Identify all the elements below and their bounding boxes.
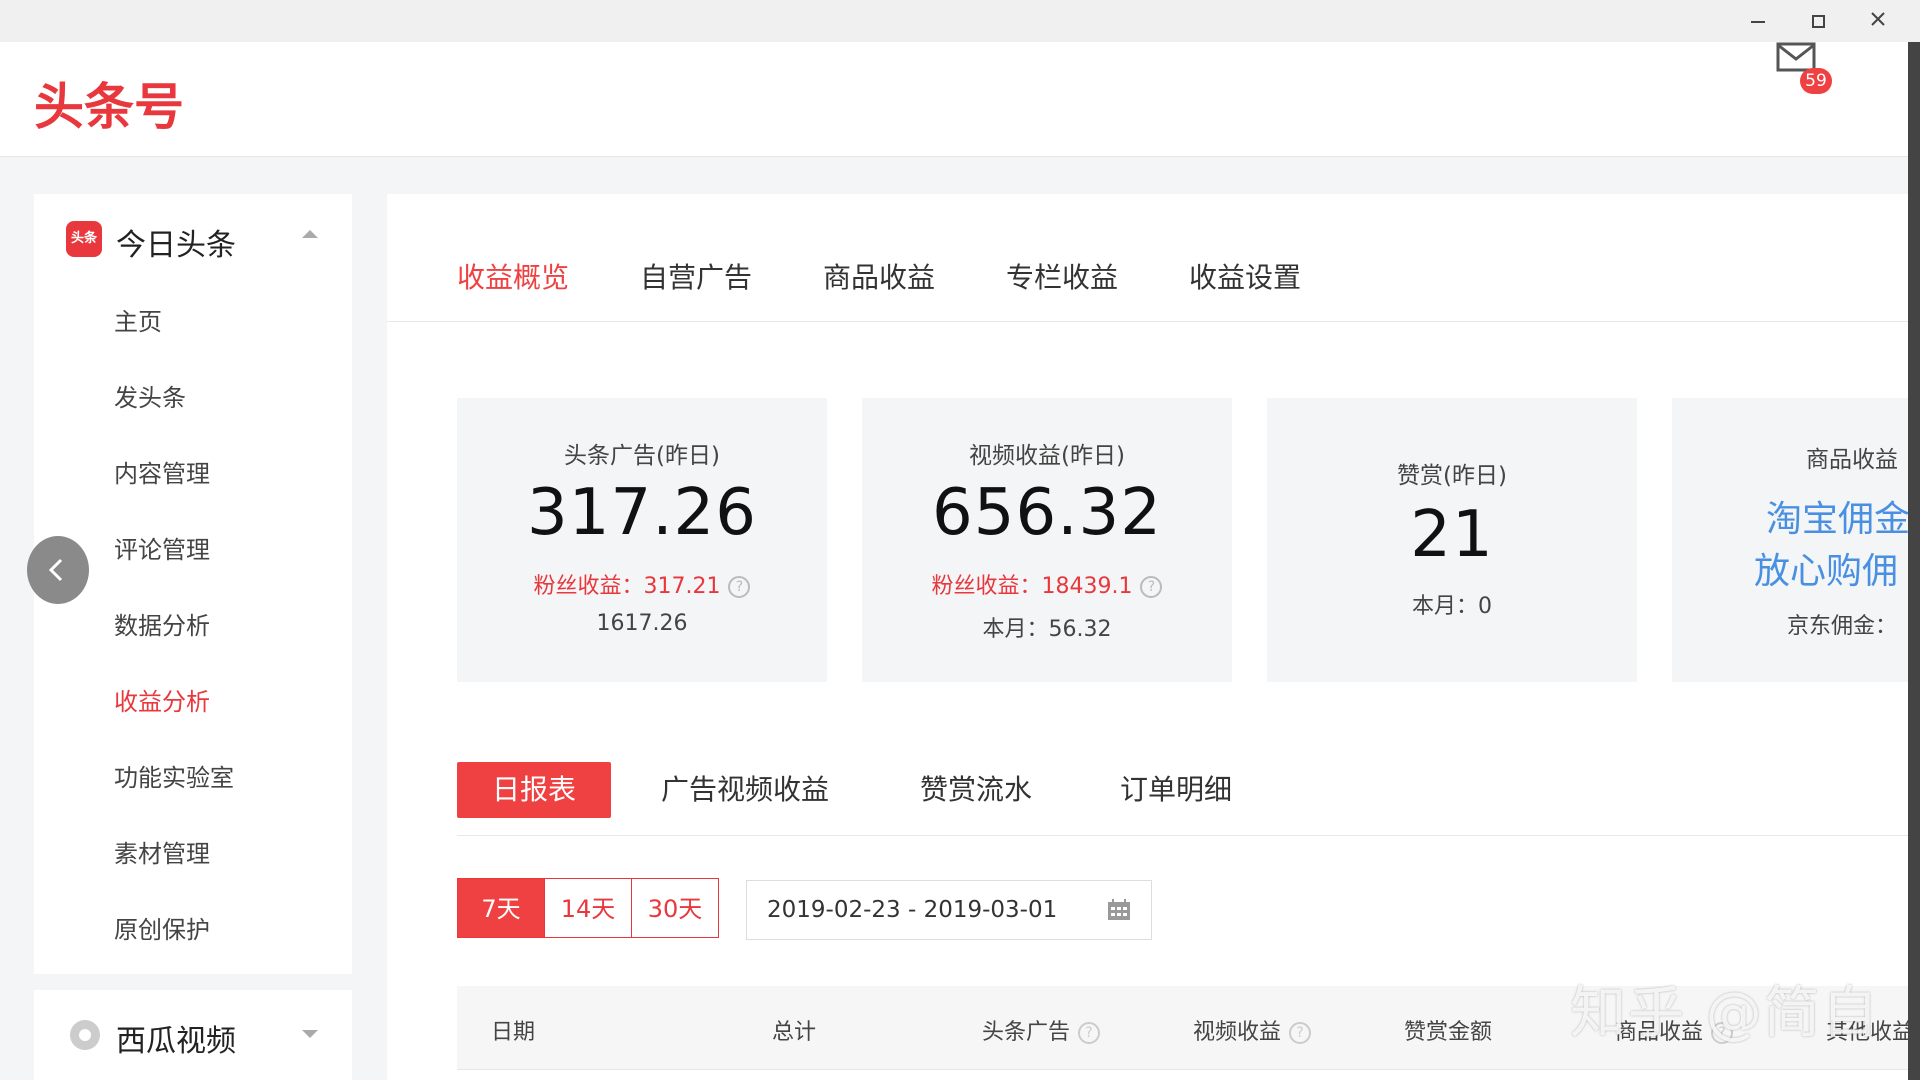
sidebar-item-original[interactable]: 原创保护 [34,892,352,968]
stat-title: 视频收益(昨日) [969,443,1125,469]
stat-value: 317.26 [527,476,757,550]
help-icon[interactable]: ? [728,576,751,598]
sidebar-xigua: 西瓜视频 [34,990,352,1080]
platform-label: 西瓜视频 [116,1024,236,1059]
date-range-picker[interactable]: 2019-02-23 - 2019-03-01 [746,880,1152,940]
fangxin-link[interactable]: 放心购佣 [1754,542,1898,594]
column-header-video: 视频收益? [1193,1014,1312,1046]
collapse-sidebar-button[interactable] [27,536,89,604]
report-tabs: 日报表 广告视频收益 赞赏流水 订单明细 [457,762,1908,836]
tab-settings[interactable]: 收益设置 [1189,256,1301,296]
stat-fans: 粉丝收益：18439.1 [931,574,1133,599]
range-30-days-button[interactable]: 30天 [631,878,719,938]
column-header-date: 日期 [491,1020,536,1045]
sidebar-item-home[interactable]: 主页 [34,284,352,360]
watermark: 知乎 @简自 [1570,981,1880,1046]
toutiao-icon: 头条 [66,221,102,257]
date-range-value: 2019-02-23 - 2019-03-01 [767,897,1058,923]
stat-card-video: 视频收益(昨日) 656.32 粉丝收益：18439.1? 本月：56.32 [862,398,1232,682]
tab-column[interactable]: 专栏收益 [1006,256,1118,296]
sidebar-item-analytics[interactable]: 数据分析 [34,588,352,664]
stat-card-ads: 头条广告(昨日) 317.26 粉丝收益：317.21? 1617.26 [457,398,827,682]
help-icon[interactable]: ? [1289,1022,1312,1044]
sidebar-item-materials[interactable]: 素材管理 [34,816,352,892]
xigua-icon [70,1020,100,1050]
close-icon[interactable] [1858,4,1898,36]
stat-title: 头条广告(昨日) [564,443,720,469]
help-icon[interactable]: ? [1078,1022,1101,1044]
tab-goods[interactable]: 商品收益 [823,256,935,296]
sidebar-menu: 主页 发头条 内容管理 评论管理 数据分析 收益分析 功能实验室 素材管理 原创… [34,284,352,968]
tab-own-ads[interactable]: 自营广告 [640,256,752,296]
revenue-tabs: 收益概览 自营广告 商品收益 专栏收益 收益设置 [387,194,1908,322]
stat-card-goods: 商品收益 淘宝佣金 放心购佣 京东佣金： [1672,398,1908,682]
maximize-icon[interactable] [1798,4,1838,36]
logo[interactable]: 头条号 [34,67,184,139]
tab-daily-report[interactable]: 日报表 [457,762,611,818]
stat-value: 21 [1410,498,1494,572]
sidebar-item-post[interactable]: 发头条 [34,360,352,436]
stat-title: 商品收益 [1806,447,1898,473]
taobao-link[interactable]: 淘宝佣金 [1766,490,1908,542]
chevron-down-icon [302,1030,318,1038]
stat-card-reward: 赞赏(昨日) 21 本月：0 [1267,398,1637,682]
sidebar-item-revenue[interactable]: 收益分析 [34,664,352,740]
tab-reward-flow[interactable]: 赞赏流水 [920,762,1032,818]
minimize-icon[interactable] [1738,4,1778,36]
sidebar-item-lab[interactable]: 功能实验室 [34,740,352,816]
sidebar-item-content[interactable]: 内容管理 [34,436,352,512]
tab-ad-video-revenue[interactable]: 广告视频收益 [661,762,829,818]
range-14-days-button[interactable]: 14天 [544,878,632,938]
stat-sub: 本月：0 [1412,594,1492,619]
stat-fans-row: 粉丝收益：317.21? [457,568,827,600]
help-icon[interactable]: ? [1140,576,1163,598]
stat-sub: 1617.26 [596,611,688,636]
chevron-up-icon [302,230,318,238]
tab-order-detail[interactable]: 订单明细 [1120,762,1232,818]
app-header: 头条号 [0,42,1908,157]
calendar-icon [1108,899,1130,920]
stat-sub: 京东佣金： [1787,614,1898,639]
tab-overview[interactable]: 收益概览 [457,256,569,296]
range-7-days-button[interactable]: 7天 [457,878,545,938]
column-header-ads: 头条广告? [982,1014,1101,1046]
platform-toutiao[interactable]: 头条 今日头条 [34,194,352,284]
main-panel: 收益概览 自营广告 商品收益 专栏收益 收益设置 头条广告(昨日) 317.26… [387,194,1914,1080]
stat-value: 656.32 [932,476,1162,550]
unread-badge: 59 [1800,68,1832,94]
platform-label: 今日头条 [116,228,236,263]
stat-fans: 粉丝收益：317.21 [533,574,721,599]
stat-title: 赞赏(昨日) [1397,463,1507,489]
window-titlebar [0,0,1920,42]
column-header-total: 总计 [772,1020,817,1045]
stat-fans-row: 粉丝收益：18439.1? [862,568,1232,600]
window-scrollbar[interactable] [1908,42,1920,1080]
platform-xigua[interactable]: 西瓜视频 [34,990,352,1080]
stat-sub: 本月：56.32 [982,617,1112,642]
column-header-reward: 赞赏金额 [1404,1020,1493,1045]
